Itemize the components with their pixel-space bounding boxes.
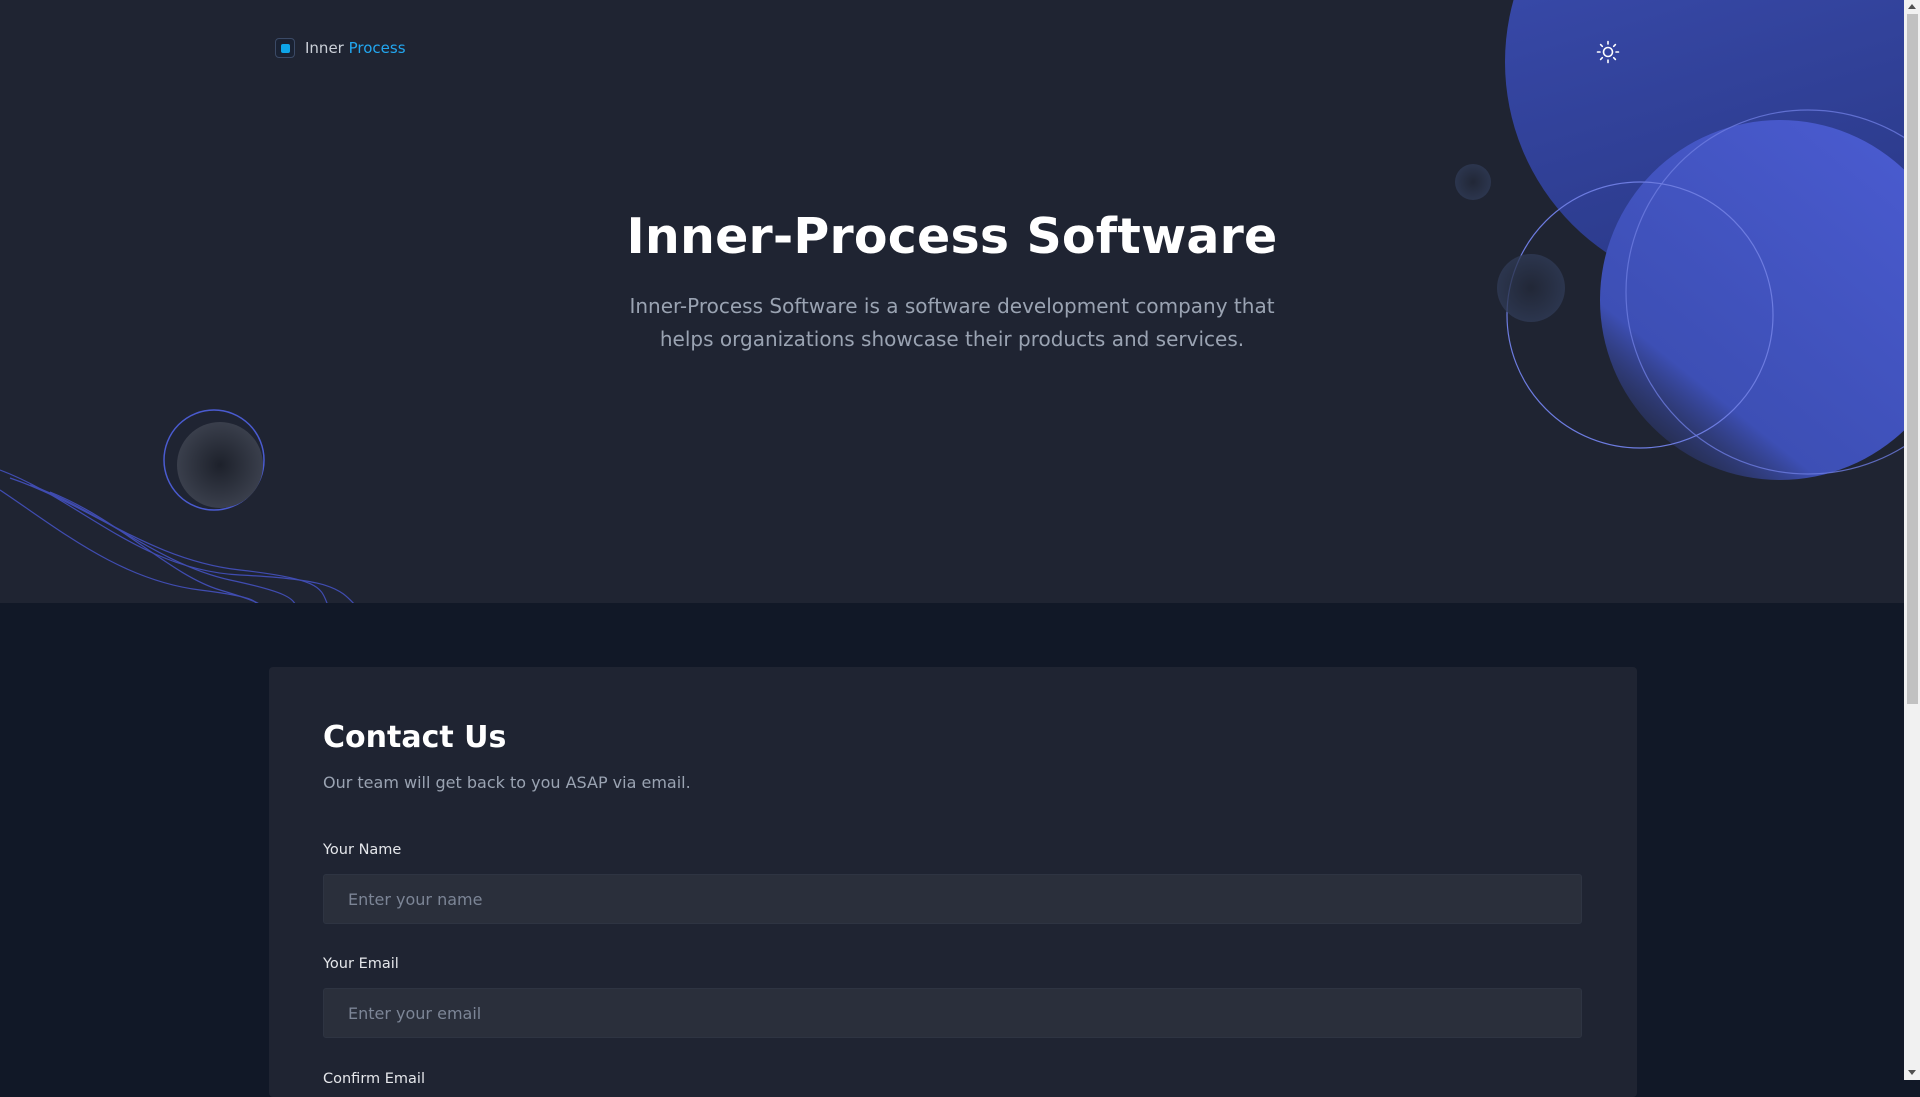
- hero-subtitle: Inner-Process Software is a software dev…: [629, 294, 1275, 351]
- scroll-up-arrow-icon[interactable]: [1908, 4, 1916, 9]
- logo-process-text: Process: [348, 39, 406, 57]
- contact-title: Contact Us: [323, 720, 507, 755]
- scrollbar-thumb[interactable]: [1907, 14, 1918, 704]
- small-circle-1: [1455, 164, 1491, 200]
- logo-icon: [275, 38, 295, 58]
- email-label: Your Email: [323, 956, 399, 972]
- logo-inner-text: Inner: [305, 39, 344, 57]
- scroll-down-arrow-icon[interactable]: [1908, 1070, 1916, 1075]
- hero-section: Inner Process Inner-Process Software Inn…: [0, 0, 1904, 603]
- email-input[interactable]: [323, 988, 1582, 1038]
- logo[interactable]: Inner Process: [275, 38, 406, 58]
- name-input[interactable]: [323, 874, 1582, 924]
- theme-toggle-button[interactable]: [1594, 38, 1622, 66]
- contact-card: Contact Us Our team will get back to you…: [269, 667, 1637, 1097]
- name-label: Your Name: [323, 842, 402, 858]
- confirm-email-label: Confirm Email: [323, 1071, 425, 1087]
- hero-title: Inner-Process Software: [626, 208, 1278, 265]
- wave-lines: [0, 469, 355, 603]
- logo-text: Inner Process: [305, 39, 406, 57]
- left-ball: [177, 422, 263, 508]
- sun-icon: [1596, 40, 1620, 64]
- contact-subtitle: Our team will get back to you ASAP via e…: [323, 773, 691, 792]
